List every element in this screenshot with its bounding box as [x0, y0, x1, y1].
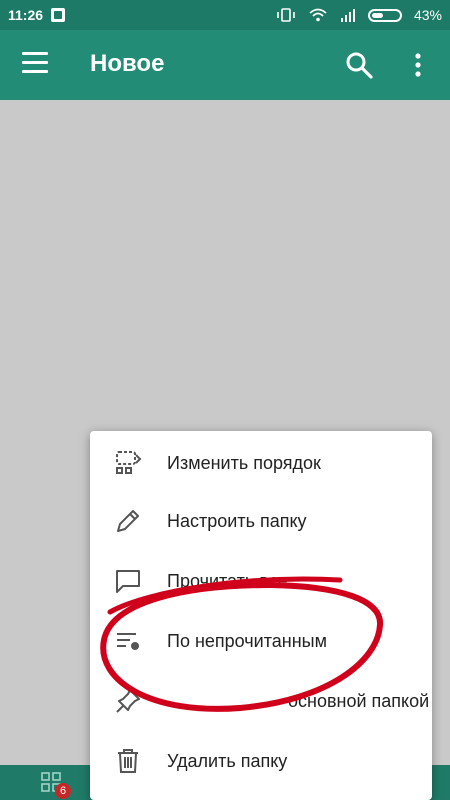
wifi-icon: [309, 8, 327, 22]
menu-item-delete-folder[interactable]: Удалить папку: [90, 731, 432, 791]
menu-item-label: Прочитать все: [167, 570, 288, 591]
menu-item-label: Настроить папку: [167, 510, 307, 531]
menu-item-main-folder[interactable]: основной папкой: [90, 671, 432, 731]
menu-item-label: основной папкой: [288, 690, 430, 711]
notification-icon: [51, 8, 66, 22]
signal-icon: [340, 9, 355, 22]
battery-icon: [367, 8, 402, 22]
app-bar: Новое: [0, 30, 450, 100]
folder-options-menu: Изменить порядок Настроить папку Прочита…: [90, 431, 432, 800]
menu-item-read-all[interactable]: Прочитать все: [90, 551, 432, 611]
trash-icon: [118, 749, 138, 773]
filter-unread-icon: [117, 633, 139, 650]
hamburger-menu-icon[interactable]: [22, 52, 48, 74]
battery-percent: 43%: [413, 7, 442, 23]
page-title: Новое: [90, 50, 165, 77]
menu-item-label: Удалить папку: [167, 750, 288, 771]
status-time: 11:26: [8, 7, 44, 23]
menu-item-sort-unread[interactable]: По непрочитанным: [90, 611, 432, 671]
pin-icon: [116, 689, 140, 713]
search-icon[interactable]: [344, 50, 374, 80]
unread-badge: 6: [55, 783, 71, 799]
menu-item-customize-folder[interactable]: Настроить папку: [90, 491, 432, 551]
status-bar: 11:26 43%: [0, 0, 450, 30]
reorder-icon: [116, 451, 142, 474]
more-vert-icon[interactable]: [408, 50, 428, 80]
pencil-icon: [117, 510, 139, 532]
vibrate-icon: [277, 8, 295, 22]
menu-item-label: Изменить порядок: [167, 452, 321, 473]
menu-item-reorder[interactable]: Изменить порядок: [90, 433, 432, 493]
status-right: 43%: [276, 7, 442, 23]
chat-bubble-icon: [116, 570, 140, 593]
menu-item-label: По непрочитанным: [167, 630, 327, 651]
